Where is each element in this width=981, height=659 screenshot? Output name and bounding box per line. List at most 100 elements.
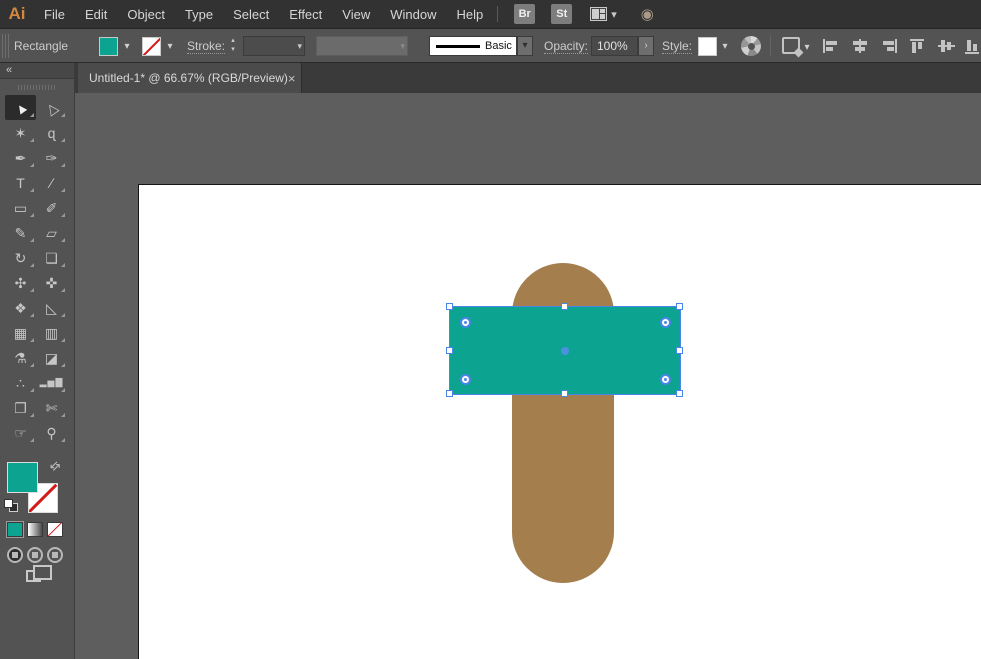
tool-shape-builder[interactable]: ❖: [5, 295, 36, 320]
stroke-weight-label[interactable]: Stroke:: [187, 39, 226, 54]
align-left-button[interactable]: [822, 38, 840, 54]
tool-hand[interactable]: ☞: [5, 420, 36, 445]
canvas-area[interactable]: [75, 93, 981, 659]
selection-center-point[interactable]: [561, 347, 569, 355]
panel-collapse-button[interactable]: «: [0, 63, 74, 79]
tool-rectangle[interactable]: ▭: [5, 195, 36, 220]
menu-file[interactable]: File: [34, 0, 75, 29]
draw-inside-button[interactable]: [47, 547, 63, 563]
panel-grip[interactable]: [18, 85, 56, 90]
arrange-documents-icon[interactable]: [590, 7, 608, 21]
tool-column-graph[interactable]: ▂▅▇: [36, 370, 67, 395]
tool-shaper[interactable]: ✎: [5, 220, 36, 245]
tool-magic-wand[interactable]: ✶: [5, 120, 36, 145]
tool-direct-selection[interactable]: △: [36, 95, 67, 120]
fill-color-swatch[interactable]: [99, 37, 118, 56]
shape-properties-icon[interactable]: [782, 37, 800, 54]
tool-line-segment[interactable]: ∕: [36, 170, 67, 195]
corner-radius-widget-top-left[interactable]: [460, 317, 471, 328]
tool-symbol-sprayer[interactable]: ∴: [5, 370, 36, 395]
align-right-button[interactable]: [880, 38, 898, 54]
stroke-color-swatch[interactable]: [142, 37, 161, 56]
stock-button[interactable]: St: [551, 4, 573, 24]
selection-handle-top-center[interactable]: [561, 303, 568, 310]
menu-view[interactable]: View: [332, 0, 380, 29]
selection-handle-bottom-left[interactable]: [446, 390, 453, 397]
tool-slice[interactable]: ✄: [36, 395, 67, 420]
tool-puppet-warp[interactable]: ✜: [36, 270, 67, 295]
stepper-up-icon[interactable]: ▴: [227, 36, 239, 45]
align-vertical-center-button[interactable]: [938, 38, 956, 54]
opacity-input[interactable]: 100%: [591, 36, 638, 56]
tool-paintbrush[interactable]: ✐: [36, 195, 67, 220]
selection-handle-bottom-right[interactable]: [676, 390, 683, 397]
draw-behind-button[interactable]: [27, 547, 43, 563]
tool-artboard[interactable]: ❐: [5, 395, 36, 420]
selection-handle-top-right[interactable]: [676, 303, 683, 310]
app-logo: Ai: [8, 4, 26, 23]
stroke-weight-stepper[interactable]: ▴ ▾: [227, 36, 239, 56]
selection-handle-middle-right[interactable]: [676, 347, 683, 354]
tool-zoom[interactable]: ⚲: [36, 420, 67, 445]
default-fill-stroke-icon[interactable]: [4, 499, 18, 512]
tool-pen[interactable]: ✒: [5, 145, 36, 170]
tool-width[interactable]: ✣: [5, 270, 36, 295]
color-paint-button[interactable]: [6, 521, 24, 538]
tool-eyedropper[interactable]: ⚗: [5, 345, 36, 370]
recolor-artwork-icon[interactable]: [741, 36, 761, 56]
control-bar-grip[interactable]: [2, 34, 9, 58]
bridge-button[interactable]: Br: [514, 4, 536, 24]
swap-fill-stroke-icon[interactable]: ⇆: [47, 457, 64, 474]
menu-select[interactable]: Select: [223, 0, 279, 29]
dropdown-chevron-icon: ▾: [400, 41, 405, 51]
gradient-paint-button[interactable]: [27, 522, 43, 537]
tool-eraser[interactable]: ▱: [36, 220, 67, 245]
brush-definition-field[interactable]: Basic: [429, 36, 517, 56]
align-bottom-button[interactable]: [964, 38, 981, 54]
tool-blend[interactable]: ◪: [36, 345, 67, 370]
tool-gradient[interactable]: ▥: [36, 320, 67, 345]
fill-color-chevron-icon[interactable]: ▾: [120, 41, 134, 52]
tool-selection[interactable]: ▲: [5, 95, 36, 120]
arrange-documents-chevron-icon[interactable]: ▾: [611, 8, 617, 21]
style-chevron-icon[interactable]: ▾: [718, 41, 732, 52]
tab-close-icon[interactable]: ×: [288, 71, 296, 86]
menu-effect[interactable]: Effect: [279, 0, 332, 29]
tool-lasso[interactable]: ɋ: [36, 120, 67, 145]
menu-type[interactable]: Type: [175, 0, 223, 29]
selection-handle-middle-left[interactable]: [446, 347, 453, 354]
stepper-down-icon[interactable]: ▾: [227, 45, 239, 54]
tool-scale[interactable]: ❏: [36, 245, 67, 270]
opacity-expand-button[interactable]: ›: [638, 36, 654, 56]
stroke-weight-dropdown[interactable]: ▾: [243, 36, 305, 56]
corner-radius-widget-bottom-right[interactable]: [660, 374, 671, 385]
align-horizontal-center-button[interactable]: [851, 38, 869, 54]
tool-perspective-grid[interactable]: ◺: [36, 295, 67, 320]
document-tab[interactable]: Untitled-1* @ 66.67% (RGB/Preview) ×: [78, 63, 302, 93]
tool-mesh[interactable]: ▦: [5, 320, 36, 345]
tool-type[interactable]: T: [5, 170, 36, 195]
control-bar-separator: [770, 35, 771, 57]
tool-rotate[interactable]: ↻: [5, 245, 36, 270]
tool-curvature[interactable]: ✑: [36, 145, 67, 170]
corner-radius-widget-bottom-left[interactable]: [460, 374, 471, 385]
change-screen-mode-icon[interactable]: [26, 565, 52, 582]
stroke-color-chevron-icon[interactable]: ▾: [163, 41, 177, 52]
draw-normal-button[interactable]: [7, 547, 23, 563]
style-swatch[interactable]: [698, 37, 717, 56]
fill-indicator[interactable]: [7, 462, 38, 493]
align-top-button[interactable]: [909, 38, 927, 54]
corner-radius-widget-top-right[interactable]: [660, 317, 671, 328]
menu-object[interactable]: Object: [117, 0, 175, 29]
selection-handle-top-left[interactable]: [446, 303, 453, 310]
gpu-performance-icon[interactable]: ◉: [641, 5, 654, 23]
menu-window[interactable]: Window: [380, 0, 446, 29]
shape-properties-chevron-icon[interactable]: ▾: [802, 42, 812, 53]
brush-dropdown-button[interactable]: ▾: [517, 36, 533, 56]
menu-edit[interactable]: Edit: [75, 0, 117, 29]
none-paint-button[interactable]: [47, 522, 63, 537]
style-label[interactable]: Style:: [662, 39, 693, 54]
selection-handle-bottom-center[interactable]: [561, 390, 568, 397]
opacity-label[interactable]: Opacity:: [544, 39, 589, 54]
menu-help[interactable]: Help: [446, 0, 493, 29]
